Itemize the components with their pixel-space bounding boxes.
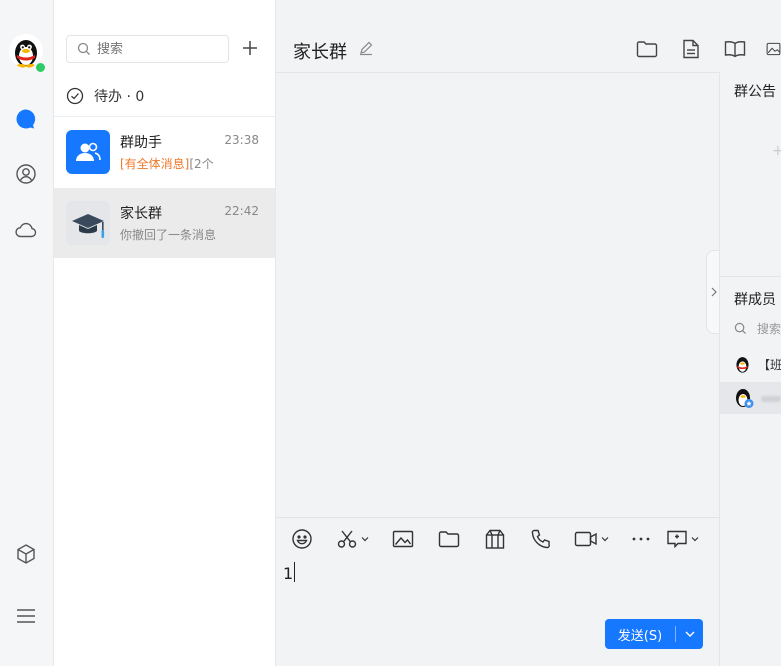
more-icon[interactable] <box>631 528 651 550</box>
divider <box>720 276 781 277</box>
video-icon[interactable] <box>574 528 609 550</box>
search-box[interactable] <box>66 35 229 63</box>
chevron-down-icon <box>361 537 369 542</box>
scissors-icon[interactable] <box>336 528 369 550</box>
conversation-item-group-assistant[interactable]: 群助手 23:38 [有全体消息][2个 <box>54 117 275 187</box>
send-button[interactable]: 发送(S) <box>605 619 703 649</box>
chevron-right-icon <box>711 287 717 297</box>
search-input[interactable] <box>95 40 219 58</box>
conversation-name: 群助手 <box>120 135 162 151</box>
chevron-down-icon <box>685 631 694 637</box>
conversation-preview: [有全体消息][2个 <box>120 155 260 172</box>
conversation-time: 22:42 <box>224 204 259 218</box>
graduation-cap-icon <box>66 201 110 245</box>
image-icon[interactable] <box>766 38 781 60</box>
member-item[interactable]: 【班 <box>720 348 781 380</box>
cloud-icon[interactable] <box>13 217 39 243</box>
check-circle-icon <box>66 87 84 105</box>
conversation-preview: 你撤回了一条消息 <box>120 228 217 242</box>
message-input[interactable]: 1 <box>283 562 296 583</box>
chat-header: 家长群 <box>276 0 781 73</box>
document-icon[interactable] <box>680 38 702 60</box>
search-icon <box>77 42 90 55</box>
send-label: 发送(S) <box>617 628 663 644</box>
divider <box>276 517 719 518</box>
member-search-placeholder: 搜索 <box>757 322 781 336</box>
message-input-text: 1 <box>283 564 294 583</box>
emoji-icon[interactable] <box>291 528 313 550</box>
preview-text: [2个 <box>189 157 214 171</box>
folder-icon[interactable] <box>438 528 460 550</box>
member-search[interactable]: 搜索 <box>734 320 781 337</box>
picture-icon[interactable] <box>392 528 414 550</box>
redacted-name <box>761 396 781 402</box>
member-name: 【班 <box>757 357 781 372</box>
book-icon[interactable] <box>724 38 746 60</box>
menu-icon[interactable] <box>13 603 39 629</box>
add-button[interactable] <box>239 37 261 59</box>
conversation-list-panel: 待办 · 0 群助手 23:38 [有全体消息][2个 家长群 22:42 你撤… <box>54 0 276 666</box>
group-assistant-icon <box>66 130 110 174</box>
search-icon <box>734 322 747 335</box>
mention-tag: [有全体消息] <box>120 157 190 171</box>
contacts-icon[interactable] <box>13 161 39 187</box>
todo-entry[interactable]: 待办 · 0 <box>66 86 144 106</box>
qq-window: 待办 · 0 群助手 23:38 [有全体消息][2个 家长群 22:42 你撤… <box>0 0 781 666</box>
chat-panel: 家长群 1 发送(S) <box>276 0 781 666</box>
chevron-down-icon <box>691 537 699 542</box>
add-announcement-icon[interactable]: + <box>772 143 781 159</box>
online-status-icon <box>34 61 47 74</box>
conversation-item-parents-group[interactable]: 家长群 22:42 你撤回了一条消息 <box>54 188 275 258</box>
nav-rail <box>0 0 54 666</box>
phone-icon[interactable] <box>530 528 552 550</box>
folder-icon[interactable] <box>636 38 658 60</box>
member-item[interactable] <box>720 382 781 414</box>
member-name-redacted <box>761 391 781 405</box>
conversation-time: 23:38 <box>224 133 259 147</box>
text-cursor <box>294 562 296 582</box>
qq-penguin-avatar-admin <box>736 389 754 408</box>
chevron-down-icon <box>601 537 609 542</box>
chat-title: 家长群 <box>293 42 347 63</box>
group-info-panel: 群公告 + 群成员 搜索 【班 <box>719 72 781 666</box>
edit-pencil-icon[interactable] <box>358 40 374 56</box>
qq-penguin-avatar <box>736 357 749 373</box>
announcement-title: 群公告 <box>734 84 776 100</box>
screen-share-icon[interactable] <box>666 528 699 550</box>
chat-bubble-icon[interactable] <box>13 106 39 132</box>
members-title: 群成员 <box>734 292 776 308</box>
apps-cube-icon[interactable] <box>13 541 39 567</box>
todo-label: 待办 · 0 <box>94 89 145 105</box>
gift-icon[interactable] <box>484 528 506 550</box>
send-options-dropdown[interactable] <box>676 631 703 637</box>
conversation-name: 家长群 <box>120 206 162 222</box>
